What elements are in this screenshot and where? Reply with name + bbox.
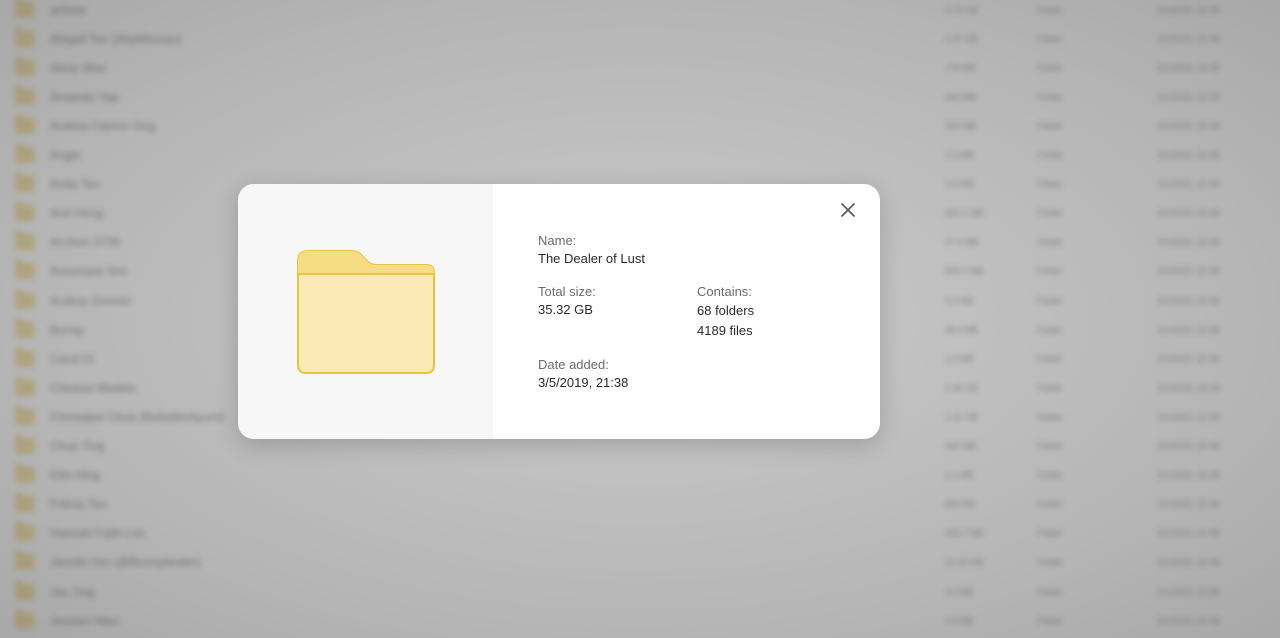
contains-files: 4189 files — [697, 323, 753, 338]
size-label: Total size: — [538, 284, 596, 299]
close-icon — [841, 203, 855, 217]
preview-pane — [238, 184, 493, 439]
folder-info-dialog: Name: The Dealer of Lust Total size: 35.… — [238, 184, 880, 439]
close-button[interactable] — [836, 198, 860, 222]
info-pane: Name: The Dealer of Lust Total size: 35.… — [493, 184, 880, 439]
name-label: Name: — [538, 233, 577, 248]
name-value: The Dealer of Lust — [538, 251, 645, 266]
date-label: Date added: — [538, 357, 609, 372]
date-value: 3/5/2019, 21:38 — [538, 375, 629, 390]
folder-icon — [297, 250, 435, 374]
contains-folders: 68 folders — [697, 303, 755, 318]
contains-label: Contains: — [697, 284, 752, 299]
size-value: 35.32 GB — [538, 302, 593, 317]
